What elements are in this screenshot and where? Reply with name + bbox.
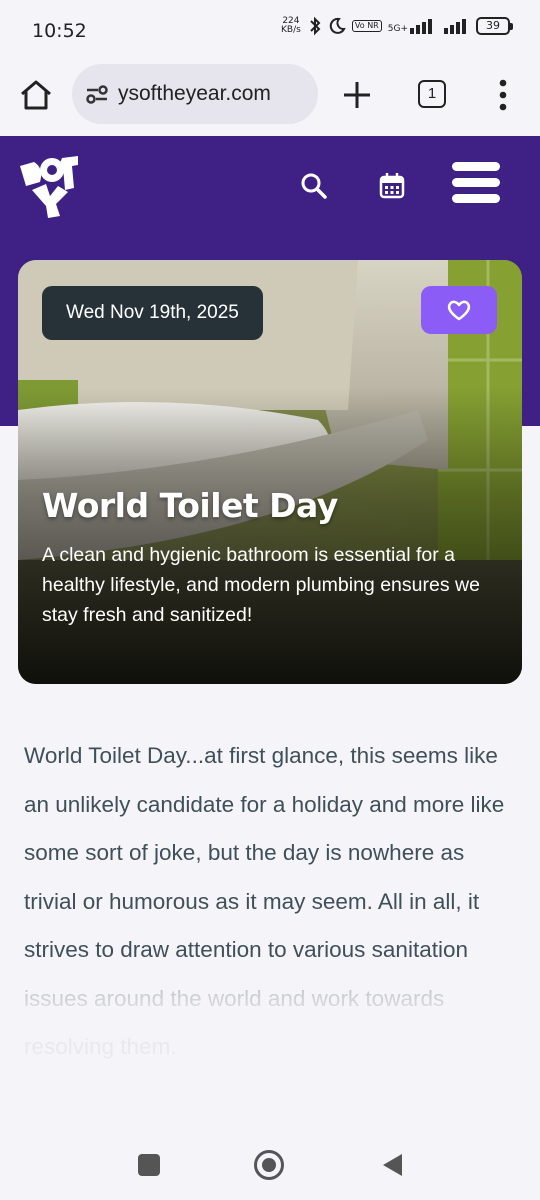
hero-card[interactable]: Wed Nov 19th, 2025 World Toilet Day A cl… [18, 260, 522, 684]
moon-icon [329, 17, 346, 34]
signal-icon [410, 19, 432, 34]
calendar-icon[interactable] [376, 170, 408, 202]
search-icon[interactable] [298, 170, 330, 202]
volte-badge: Vo NR [351, 20, 382, 32]
url-text: ysoftheyear.com [118, 82, 271, 105]
status-icons: 224 KB/s Vo NR 5G+ 39 [280, 16, 513, 36]
back-icon[interactable] [380, 1152, 404, 1178]
browser-toolbar: ysoftheyear.com 1 [0, 60, 540, 136]
content-fade-overlay [0, 960, 540, 1130]
more-vert-icon[interactable] [496, 78, 510, 112]
signal-icon-2 [444, 19, 466, 34]
system-nav-bar [0, 1130, 540, 1200]
network-speed: 224 KB/s [281, 16, 301, 35]
date-chip[interactable]: Wed Nov 19th, 2025 [42, 286, 263, 340]
battery-icon: 39 [476, 17, 513, 35]
bluetooth-icon [310, 16, 321, 36]
hero-title: World Toilet Day [42, 486, 338, 525]
home-circle-icon[interactable] [254, 1150, 284, 1180]
home-icon[interactable] [18, 77, 54, 113]
new-tab-plus-icon[interactable] [340, 78, 374, 112]
address-bar[interactable]: ysoftheyear.com [72, 64, 318, 124]
hero-description: A clean and hygienic bathroom is essenti… [42, 544, 480, 626]
heart-icon [447, 300, 471, 321]
favorite-button[interactable] [421, 286, 497, 334]
network-type: 5G+ [388, 18, 438, 34]
site-logo[interactable] [16, 152, 80, 220]
hamburger-menu-icon[interactable] [452, 162, 502, 208]
status-bar: 10:52 224 KB/s Vo NR 5G+ 39 [0, 0, 540, 60]
site-settings-icon[interactable] [84, 81, 110, 107]
recents-icon[interactable] [138, 1154, 160, 1176]
tabs-counter-button[interactable]: 1 [418, 80, 446, 108]
status-time: 10:52 [32, 20, 87, 42]
